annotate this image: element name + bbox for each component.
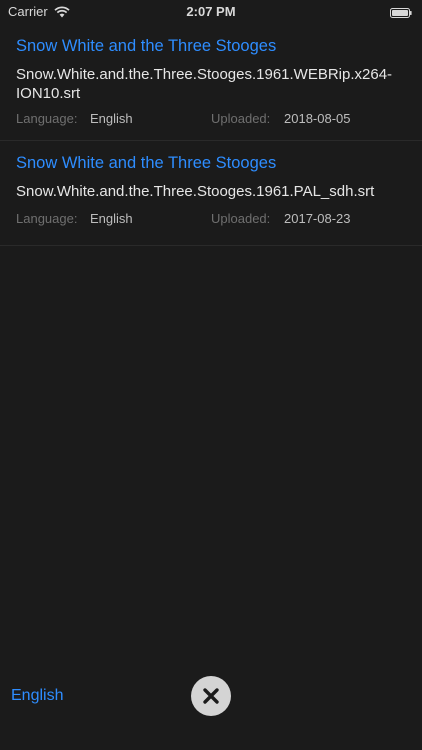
language-value: English: [90, 211, 133, 226]
language-value: English: [90, 111, 133, 126]
subtitle-filename: Snow.White.and.the.Three.Stooges.1961.PA…: [16, 183, 375, 200]
subtitle-title[interactable]: Snow White and the Three Stooges: [16, 37, 276, 56]
subtitle-filename: Snow.White.and.the.Three.Stooges.1961.WE…: [16, 66, 393, 102]
subtitle-list: Snow White and the Three Stooges Snow.Wh…: [0, 22, 422, 246]
uploaded-value: 2017-08-23: [284, 211, 351, 226]
subtitle-item[interactable]: Snow White and the Three Stooges Snow.Wh…: [0, 141, 422, 246]
status-time: 2:07 PM: [186, 4, 236, 19]
battery-icon: [390, 6, 412, 18]
subtitle-title[interactable]: Snow White and the Three Stooges: [16, 154, 276, 173]
close-icon: [203, 688, 219, 704]
language-label: Language:: [16, 111, 78, 126]
language-label: Language:: [16, 211, 78, 226]
uploaded-label: Uploaded:: [211, 211, 271, 226]
uploaded-value: 2018-08-05: [284, 111, 351, 126]
subtitle-item[interactable]: Snow White and the Three Stooges Snow.Wh…: [0, 22, 422, 141]
status-bar: Carrier 2:07 PM: [0, 0, 422, 22]
close-button[interactable]: [191, 676, 231, 716]
uploaded-label: Uploaded:: [211, 111, 271, 126]
language-selector-button[interactable]: English: [11, 687, 63, 705]
